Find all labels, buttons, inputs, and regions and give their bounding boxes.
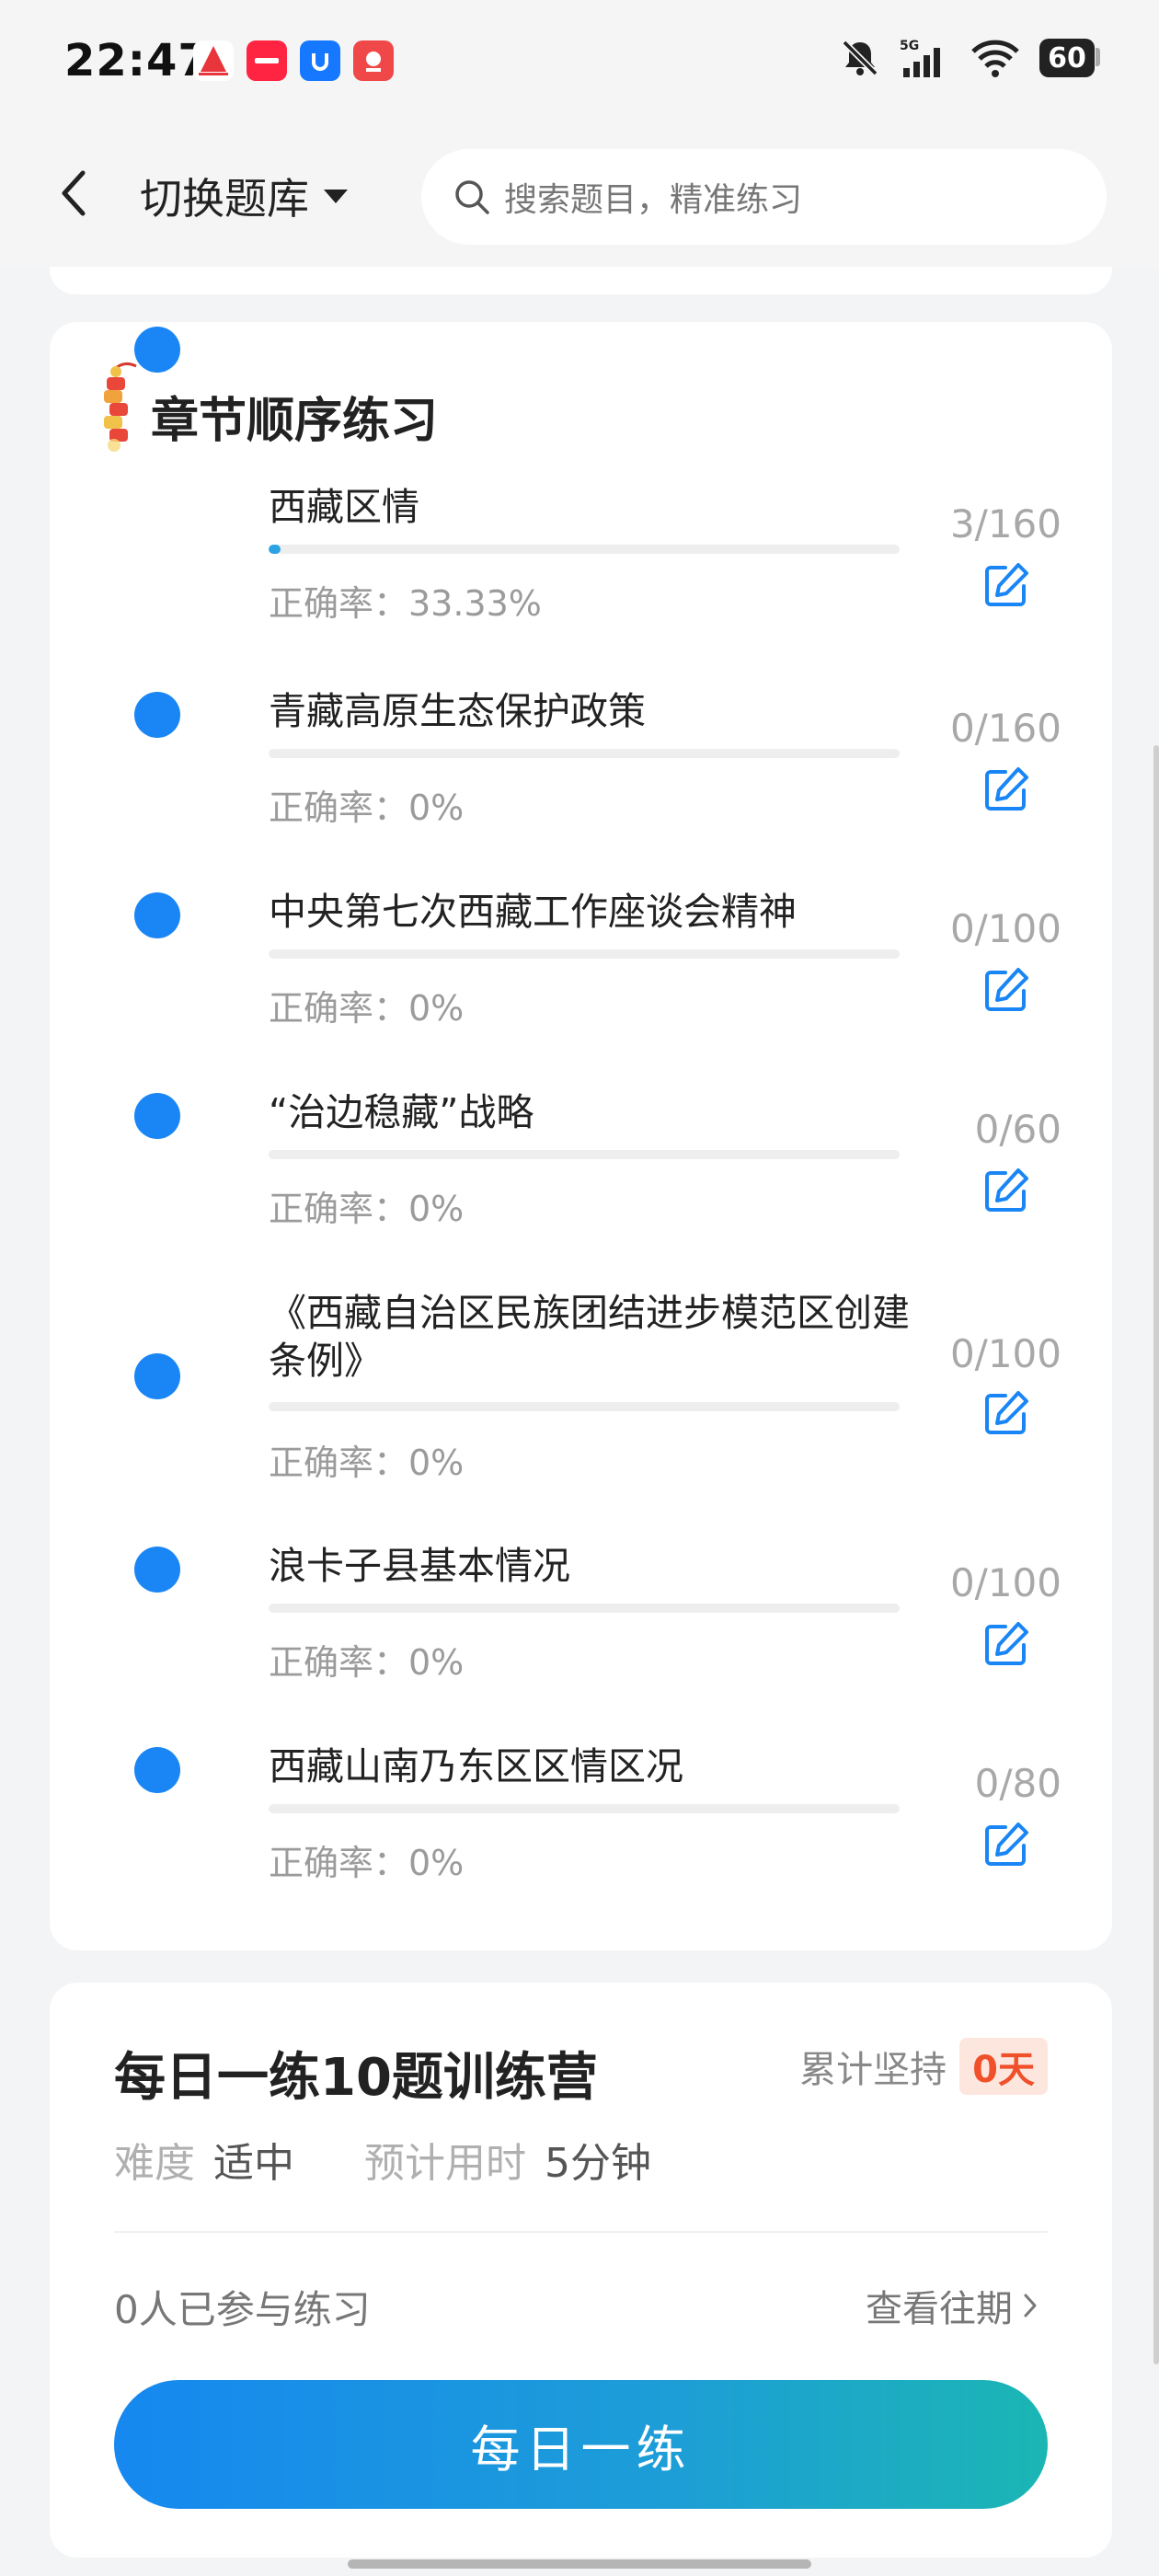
back-button[interactable] (46, 156, 101, 230)
switch-bank-label: 切换题库 (140, 174, 309, 224)
bell-muted-icon (842, 40, 878, 76)
streak-label: 累计坚持 (799, 2049, 947, 2091)
app-u-icon (300, 40, 340, 81)
xiaohongshu-icon (247, 40, 287, 81)
difficulty-label: 难度 (114, 2140, 195, 2187)
streak-info: 累计坚持 0天 (799, 2038, 1048, 2095)
chapter-count: 0/100 (949, 1331, 1061, 1376)
chapter-bullet (134, 1353, 180, 1399)
edit-practice-icon[interactable] (981, 1820, 1031, 1869)
chapter-count: 0/100 (949, 1560, 1061, 1605)
notification-app-icons (193, 40, 394, 81)
top-nav-bar: 切换题库 搜索题目，精准练习 (0, 129, 1159, 267)
caret-down-icon (324, 190, 348, 203)
chapter-bullet (134, 892, 180, 938)
chapter-item[interactable]: 西藏区情 正确率：33.33% 3/160 (50, 327, 1112, 676)
search-placeholder: 搜索题目，精准练习 (504, 181, 803, 219)
time-label: 预计用时 (364, 2140, 526, 2187)
streak-badge: 0天 (959, 2038, 1048, 2095)
chapter-accuracy: 正确率：33.33% (269, 583, 542, 624)
daily-camp-title: 每日一练10题训练营 (114, 2048, 598, 2108)
chapter-item[interactable]: “治边稳藏”战略 正确率：0% 0/60 (50, 1088, 1112, 1282)
chapter-accuracy: 正确率：0% (269, 1189, 465, 1229)
chevron-left-icon (62, 170, 86, 216)
edit-practice-icon[interactable] (981, 1166, 1031, 1215)
time-value: 5分钟 (545, 2140, 651, 2187)
edit-practice-icon[interactable] (981, 965, 1031, 1015)
participants-count: 0人已参与练习 (114, 2287, 371, 2332)
status-time: 22:47 (64, 35, 210, 86)
scrollbar[interactable] (1153, 745, 1159, 2364)
chapter-count: 0/60 (974, 1107, 1061, 1152)
section-title: 章节顺序练习 (151, 394, 439, 449)
chapter-bullet (134, 1747, 180, 1793)
edit-practice-icon[interactable] (981, 1388, 1031, 1438)
home-indicator[interactable] (348, 2559, 811, 2569)
chapter-name: “治边稳藏”战略 (269, 1090, 534, 1134)
app-notification-icon (193, 40, 234, 81)
chapter-name: 西藏区情 (269, 485, 419, 529)
chapter-accuracy: 正确率：0% (269, 988, 465, 1029)
difficulty-value: 适中 (213, 2140, 294, 2187)
chapter-item[interactable]: 西藏山南乃东区区情区况 正确率：0% 0/80 (50, 1742, 1112, 1936)
switch-question-bank-dropdown[interactable]: 切换题库 (140, 166, 350, 226)
chapter-count: 3/160 (949, 501, 1061, 546)
network-type: 5G (900, 39, 919, 53)
chapter-progress-bar (269, 1804, 900, 1813)
chapter-item[interactable]: 《西藏自治区民族团结进步模范区创建条例》 正确率：0% 0/100 (50, 1289, 1112, 1537)
wifi-icon (971, 40, 1019, 77)
app-red-icon (353, 40, 394, 81)
chapter-bullet (134, 1093, 180, 1139)
status-icons: 5G 60 (839, 37, 1100, 79)
chapter-progress-fill (269, 545, 281, 554)
chapter-bullet (134, 327, 180, 373)
chapter-practice-card: 章节顺序练习 西藏区情 正确率：33.33% 3/160 青藏高原生态保护政策 … (50, 322, 1112, 1950)
chapter-count: 0/80 (974, 1761, 1061, 1806)
chapter-count: 0/160 (949, 706, 1061, 751)
signal-icon: 5G (900, 39, 940, 77)
search-icon (453, 178, 491, 216)
status-bar: 22:47 5G 60 (0, 0, 1159, 129)
daily-practice-card: 每日一练10题训练营 累计坚持 0天 难度 适中 预计用时 5分钟 0人已参与练… (50, 1983, 1112, 2558)
battery-icon: 60 (1039, 39, 1100, 77)
chapter-count: 0/100 (949, 906, 1061, 951)
chapter-item[interactable]: 浪卡子县基本情况 正确率：0% 0/100 (50, 1542, 1112, 1735)
chapter-name: 《西藏自治区民族团结进步模范区创建条例》 (269, 1291, 910, 1383)
search-input[interactable]: 搜索题目，精准练习 (421, 149, 1107, 245)
chapter-accuracy: 正确率：0% (269, 1642, 465, 1683)
chapter-bullet (134, 692, 180, 738)
chapter-progress-bar (269, 545, 900, 554)
previous-card-bottom (50, 267, 1112, 294)
chapter-progress-bar (269, 949, 900, 959)
chapter-item[interactable]: 中央第七次西藏工作座谈会精神 正确率：0% 0/100 (50, 888, 1112, 1081)
edit-practice-icon[interactable] (981, 765, 1031, 814)
chevron-right-icon (1024, 2294, 1037, 2317)
daily-practice-button[interactable]: 每日一练 (114, 2380, 1048, 2509)
view-history-label: 查看往期 (866, 2288, 1013, 2330)
edit-practice-icon[interactable] (981, 560, 1031, 610)
daily-meta: 难度 适中 预计用时 5分钟 (114, 2130, 721, 2189)
chapter-progress-bar (269, 1150, 900, 1159)
edit-practice-icon[interactable] (981, 1619, 1031, 1669)
chapter-name: 浪卡子县基本情况 (269, 1544, 570, 1588)
chapter-accuracy: 正确率：0% (269, 1843, 465, 1883)
chapter-name: 青藏高原生态保护政策 (269, 689, 646, 733)
chapter-name: 西藏山南乃东区区情区况 (269, 1744, 683, 1788)
chapter-accuracy: 正确率：0% (269, 788, 465, 828)
chapter-item[interactable]: 青藏高原生态保护政策 正确率：0% 0/160 (50, 687, 1112, 880)
chapter-bullet (134, 1547, 180, 1593)
chapter-progress-bar (269, 749, 900, 758)
view-history-link[interactable]: 查看往期 (866, 2279, 1039, 2332)
chapter-progress-bar (269, 1604, 900, 1613)
chapter-accuracy: 正确率：0% (269, 1443, 465, 1483)
divider (114, 2231, 1048, 2233)
chapter-name: 中央第七次西藏工作座谈会精神 (269, 890, 797, 934)
battery-level: 60 (1048, 41, 1086, 75)
firecracker-icon (104, 362, 137, 452)
chapter-progress-bar (269, 1402, 900, 1411)
